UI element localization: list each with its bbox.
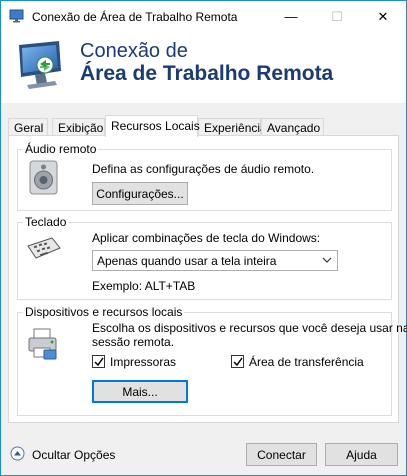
windows-keys-dropdown-value: Apenas quando usar a tela inteira — [97, 254, 277, 268]
banner-title-line1: Conexão de — [80, 40, 188, 62]
more-devices-button[interactable]: Mais... — [92, 380, 188, 403]
audio-group: Áudio remoto Defina as configurações de … — [17, 142, 392, 211]
title-bar[interactable]: Conexão de Área de Trabalho Remota — ☐ ✕ — [1, 1, 406, 32]
remote-desktop-logo-icon — [19, 41, 61, 89]
keyboard-example: Exemplo: ALT+TAB — [92, 279, 196, 293]
close-button[interactable]: ✕ — [360, 1, 406, 32]
connect-button[interactable]: Conectar — [246, 443, 317, 466]
collapse-options-icon[interactable] — [10, 446, 25, 461]
window-title: Conexão de Área de Trabalho Remota — [32, 10, 238, 24]
keyboard-description: Aplicar combinações de tecla do Windows: — [92, 231, 321, 245]
tab-recursos-locais[interactable]: Recursos Locais — [105, 115, 200, 137]
remote-desktop-icon — [9, 9, 24, 23]
banner-title-line2: Área de Trabalho Remota — [80, 62, 334, 85]
devices-group: Dispositivos e recursos locais Escolha o… — [17, 305, 407, 416]
minimize-button[interactable]: — — [268, 1, 314, 32]
devices-description-line2: sessão remota. — [92, 335, 175, 349]
printers-label[interactable]: Impressoras — [110, 355, 176, 369]
checkmark-icon — [233, 357, 243, 367]
clipboard-label[interactable]: Área de transferência — [249, 355, 364, 369]
devices-description-line1: Escolha os dispositivos e recursos que v… — [92, 321, 407, 335]
speaker-icon — [29, 160, 58, 195]
rdp-window: Conexão de Área de Trabalho Remota — ☐ ✕… — [0, 0, 407, 476]
keyboard-group: Teclado Aplicar combinações de tecla do … — [17, 215, 392, 300]
header-banner: Conexão de Área de Trabalho Remota — [1, 32, 406, 103]
chevron-down-icon — [322, 257, 332, 263]
keyboard-icon — [27, 237, 61, 259]
audio-legend: Áudio remoto — [23, 142, 99, 156]
help-button[interactable]: Ajuda — [325, 443, 398, 466]
devices-legend: Dispositivos e recursos locais — [23, 305, 185, 319]
tab-panel: Áudio remoto Defina as configurações de … — [8, 135, 407, 423]
tab-geral[interactable]: Geral — [8, 118, 48, 136]
audio-description: Defina as configurações de áudio remoto. — [92, 162, 315, 176]
printer-icon — [28, 328, 57, 360]
tab-exibicao[interactable]: Exibição — [52, 118, 105, 136]
maximize-button[interactable]: ☐ — [314, 1, 360, 32]
checkmark-icon — [94, 357, 104, 367]
audio-settings-button[interactable]: Configurações... — [92, 182, 188, 205]
printers-checkbox[interactable] — [92, 355, 105, 368]
hide-options-link[interactable]: Ocultar Opções — [32, 448, 115, 462]
windows-keys-dropdown[interactable]: Apenas quando usar a tela inteira — [92, 250, 338, 271]
tab-experiencia[interactable]: Experiência — [198, 118, 267, 136]
clipboard-checkbox[interactable] — [231, 355, 244, 368]
tab-avancado[interactable]: Avançado — [261, 118, 324, 136]
keyboard-legend: Teclado — [23, 215, 69, 229]
